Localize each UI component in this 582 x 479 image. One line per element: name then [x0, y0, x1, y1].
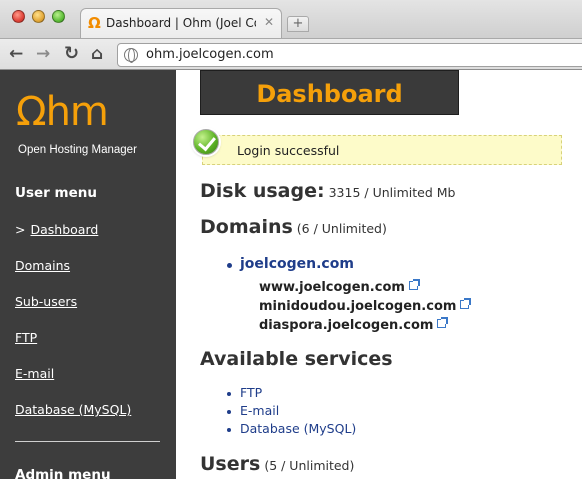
new-tab-button[interactable]: +: [287, 16, 309, 32]
services-heading: Available services: [200, 348, 393, 370]
external-link-icon[interactable]: [437, 317, 449, 328]
browser-tab[interactable]: Ω Dashboard | Ohm (Joel Cogen) ✕: [80, 8, 282, 38]
subdomain-item: www.joelcogen.com: [259, 279, 420, 295]
list-bullet: [227, 410, 231, 414]
sidebar-item-database[interactable]: Database (MySQL): [15, 402, 131, 417]
sidebar-item-sub-users[interactable]: Sub-users: [15, 294, 77, 309]
main-content: Dashboard Login successful Disk usage: 33…: [176, 70, 582, 479]
page-title: Dashboard: [256, 80, 403, 108]
users-heading: Users (5 / Unlimited): [200, 453, 354, 475]
service-link-database[interactable]: Database (MySQL): [240, 421, 356, 436]
domain-link-primary[interactable]: joelcogen.com: [240, 256, 354, 272]
service-link-ftp[interactable]: FTP: [240, 385, 262, 400]
user-menu-heading: User menu: [15, 185, 97, 201]
subdomain-label: minidoudou.joelcogen.com: [259, 299, 457, 314]
minimize-window-button[interactable]: [32, 10, 45, 23]
subdomain-label: diaspora.joelcogen.com: [259, 318, 434, 333]
list-bullet: [227, 428, 231, 432]
logo-subtitle: Open Hosting Manager: [18, 144, 137, 156]
domains-heading: Domains (6 / Unlimited): [200, 216, 387, 238]
sidebar-item-ftp[interactable]: FTP: [15, 330, 37, 345]
flash-message-text: Login successful: [237, 143, 340, 158]
address-bar[interactable]: ohm.joelcogen.com: [117, 43, 582, 67]
sidebar-item-label[interactable]: Dashboard: [30, 222, 98, 237]
sidebar-divider: [15, 441, 160, 442]
list-bullet: [227, 263, 232, 268]
ohm-logo[interactable]: Ωhm: [16, 90, 109, 134]
sidebar-item-dashboard[interactable]: > Dashboard: [15, 222, 98, 237]
domains-label: Domains: [200, 216, 293, 238]
url-text[interactable]: ohm.joelcogen.com: [146, 47, 274, 62]
disk-usage-heading: Disk usage: 3315 / Unlimited Mb: [200, 180, 455, 202]
users-count: (5 / Unlimited): [264, 458, 355, 473]
subdomain-item: minidoudou.joelcogen.com: [259, 298, 472, 314]
sidebar-item-domains[interactable]: Domains: [15, 258, 70, 273]
page-title-banner: Dashboard: [200, 70, 459, 115]
home-icon[interactable]: ⌂: [91, 44, 103, 64]
disk-usage-label: Disk usage:: [200, 180, 325, 202]
subdomain-item: diaspora.joelcogen.com: [259, 317, 449, 333]
domains-count: (6 / Unlimited): [296, 221, 387, 236]
reload-icon[interactable]: ↻: [64, 44, 79, 64]
back-arrow-icon[interactable]: ←: [9, 44, 23, 64]
omega-favicon-icon: Ω: [88, 14, 101, 32]
close-window-button[interactable]: [12, 10, 25, 23]
sidebar-item-email[interactable]: E-mail: [15, 366, 54, 381]
tab-title: Dashboard | Ohm (Joel Cogen): [106, 16, 256, 30]
zoom-window-button[interactable]: [52, 10, 65, 23]
disk-usage-value: 3315 / Unlimited Mb: [328, 185, 456, 200]
forward-arrow-icon[interactable]: →: [36, 44, 50, 64]
subdomain-label: www.joelcogen.com: [259, 280, 405, 295]
external-link-icon[interactable]: [408, 279, 420, 290]
browser-toolbar: ← → ↻ ⌂ ohm.joelcogen.com: [0, 38, 582, 70]
admin-menu-heading: Admin menu: [15, 467, 111, 479]
list-bullet: [227, 392, 231, 396]
service-link-email[interactable]: E-mail: [240, 403, 279, 418]
users-label: Users: [200, 453, 261, 475]
browser-titlebar: Ω Dashboard | Ohm (Joel Cogen) ✕ +: [0, 0, 582, 38]
external-link-icon[interactable]: [460, 298, 472, 309]
globe-icon: [124, 48, 138, 63]
tab-close-icon[interactable]: ✕: [264, 15, 274, 29]
current-indicator: >: [15, 222, 26, 237]
sidebar: Ωhm Open Hosting Manager User menu > Dash…: [0, 70, 176, 479]
checkmark-icon: [193, 129, 219, 155]
